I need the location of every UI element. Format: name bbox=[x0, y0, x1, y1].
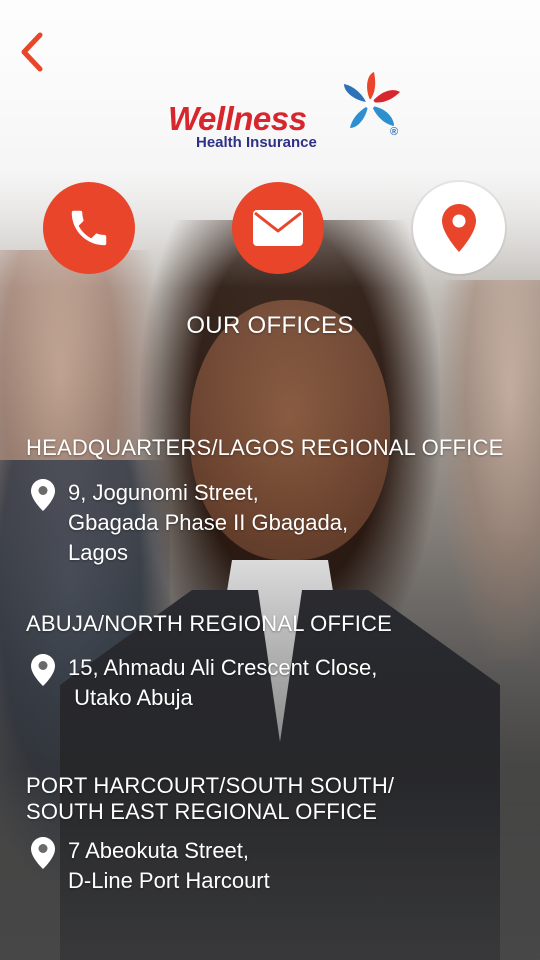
map-pin-icon bbox=[31, 479, 55, 511]
address-line: 7 Abeokuta Street, bbox=[68, 838, 250, 863]
map-pin-icon bbox=[31, 654, 55, 686]
email-button[interactable] bbox=[232, 182, 324, 274]
map-pin-icon bbox=[31, 837, 55, 869]
office-heading-lagos: HEADQUARTERS/LAGOS REGIONAL OFFICE bbox=[26, 435, 503, 461]
wellness-logo: Wellness Health Insurance ® bbox=[168, 70, 408, 156]
chevron-left-icon bbox=[21, 32, 43, 72]
call-button[interactable] bbox=[43, 182, 135, 274]
address-line: D-Line Port Harcourt bbox=[68, 868, 270, 893]
office-address-port-harcourt: 7 Abeokuta Street, D-Line Port Harcourt bbox=[68, 836, 270, 896]
office-heading-line: SOUTH EAST REGIONAL OFFICE bbox=[26, 799, 378, 824]
address-line: 15, Ahmadu Ali Crescent Close, bbox=[68, 655, 378, 680]
location-button[interactable] bbox=[413, 182, 505, 274]
map-pin-icon bbox=[442, 204, 476, 252]
phone-icon bbox=[71, 210, 107, 246]
office-heading-abuja: ABUJA/NORTH REGIONAL OFFICE bbox=[26, 611, 392, 637]
mail-icon bbox=[253, 210, 303, 246]
office-address-lagos: 9, Jogunomi Street, Gbagada Phase II Gba… bbox=[68, 478, 348, 568]
office-heading-line: PORT HARCOURT/SOUTH SOUTH/ bbox=[26, 773, 395, 798]
back-button[interactable] bbox=[14, 30, 50, 74]
office-heading-port-harcourt: PORT HARCOURT/SOUTH SOUTH/ SOUTH EAST RE… bbox=[26, 773, 394, 825]
registered-mark: ® bbox=[390, 126, 399, 138]
address-line: Lagos bbox=[68, 540, 128, 565]
section-title: OUR OFFICES bbox=[186, 312, 354, 339]
logo-tagline: Health Insurance bbox=[196, 134, 317, 151]
address-line: Utako Abuja bbox=[68, 685, 193, 710]
address-line: 9, Jogunomi Street, bbox=[68, 480, 259, 505]
office-address-abuja: 15, Ahmadu Ali Crescent Close, Utako Abu… bbox=[68, 653, 377, 713]
logo-wordmark: Wellness bbox=[168, 100, 307, 137]
office-heading-line: HEADQUARTERS/LAGOS REGIONAL OFFICE bbox=[26, 435, 504, 460]
flower-logo-icon bbox=[344, 72, 400, 128]
address-line: Gbagada Phase II Gbagada, bbox=[68, 510, 349, 535]
office-heading-line: ABUJA/NORTH REGIONAL OFFICE bbox=[26, 611, 393, 636]
